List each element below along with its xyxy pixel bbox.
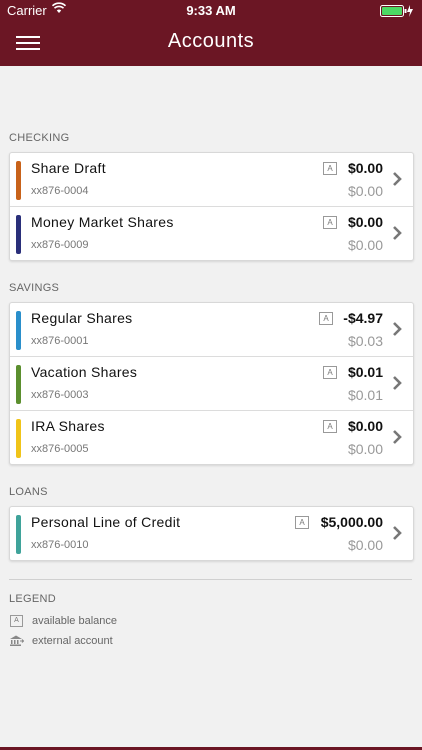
available-balance-icon: A bbox=[295, 516, 309, 529]
account-balance: -$4.97 bbox=[343, 310, 383, 326]
account-row-share-draft[interactable]: Share Draft xx876-0004 A $0.00 $0.00 bbox=[10, 153, 413, 206]
account-number: xx876-0010 bbox=[31, 539, 89, 551]
status-bar: Carrier 9:33 AM bbox=[0, 0, 422, 22]
legend-title: LEGEND bbox=[9, 593, 57, 605]
account-balance: $0.01 bbox=[347, 364, 383, 380]
chevron-right-icon bbox=[393, 172, 402, 186]
account-number: xx876-0009 bbox=[31, 239, 89, 251]
account-name: Vacation Shares bbox=[31, 364, 138, 380]
account-balance: $0.00 bbox=[347, 214, 383, 230]
account-number: xx876-0005 bbox=[31, 443, 89, 455]
account-balance: $0.00 bbox=[347, 160, 383, 176]
savings-card: Regular Shares xx876-0001 A -$4.97 $0.03… bbox=[9, 302, 414, 465]
available-balance: $0.00 bbox=[347, 441, 383, 457]
chevron-right-icon bbox=[393, 430, 402, 444]
legend-available-balance-label: available balance bbox=[32, 615, 118, 627]
divider bbox=[9, 579, 412, 580]
account-color-bar bbox=[16, 515, 21, 554]
account-name: Regular Shares bbox=[31, 310, 133, 326]
account-color-bar bbox=[16, 365, 21, 404]
account-name: IRA Shares bbox=[31, 418, 105, 434]
available-balance-icon: A bbox=[319, 312, 333, 325]
chevron-right-icon bbox=[393, 526, 402, 540]
account-number: xx876-0004 bbox=[31, 185, 89, 197]
account-row-personal-line-of-credit[interactable]: Personal Line of Credit xx876-0010 A $5,… bbox=[10, 507, 413, 560]
account-color-bar bbox=[16, 419, 21, 458]
account-row-ira-shares[interactable]: IRA Shares xx876-0005 A $0.00 $0.00 bbox=[10, 410, 413, 464]
section-label-checking: CHECKING bbox=[9, 132, 70, 144]
available-balance-icon: A bbox=[10, 615, 23, 627]
page-title: Accounts bbox=[167, 30, 255, 52]
available-balance: $0.00 bbox=[347, 183, 383, 199]
available-balance: $0.00 bbox=[347, 237, 383, 253]
account-color-bar bbox=[16, 311, 21, 350]
bank-icon bbox=[10, 635, 25, 649]
account-number: xx876-0001 bbox=[31, 335, 89, 347]
account-row-regular-shares[interactable]: Regular Shares xx876-0001 A -$4.97 $0.03 bbox=[10, 303, 413, 356]
section-label-loans: LOANS bbox=[9, 486, 48, 498]
chevron-right-icon bbox=[393, 322, 402, 336]
account-row-money-market-shares[interactable]: Money Market Shares xx876-0009 A $0.00 $… bbox=[10, 206, 413, 260]
account-name: Money Market Shares bbox=[31, 214, 174, 230]
account-row-vacation-shares[interactable]: Vacation Shares xx876-0003 A $0.01 $0.01 bbox=[10, 356, 413, 410]
available-balance: $0.00 bbox=[347, 537, 383, 553]
account-balance: $0.00 bbox=[347, 418, 383, 434]
available-balance-icon: A bbox=[323, 162, 337, 175]
battery-icon bbox=[380, 5, 414, 17]
account-name: Share Draft bbox=[31, 160, 106, 176]
account-color-bar bbox=[16, 161, 21, 200]
available-balance-icon: A bbox=[323, 420, 337, 433]
account-name: Personal Line of Credit bbox=[31, 514, 181, 530]
available-balance: $0.01 bbox=[347, 387, 383, 403]
section-label-savings: SAVINGS bbox=[9, 282, 60, 294]
account-number: xx876-0003 bbox=[31, 389, 89, 401]
nav-bar: Accounts bbox=[0, 22, 422, 66]
account-balance: $5,000.00 bbox=[320, 514, 383, 530]
account-color-bar bbox=[16, 215, 21, 254]
available-balance: $0.03 bbox=[347, 333, 383, 349]
chevron-right-icon bbox=[393, 376, 402, 390]
available-balance-icon: A bbox=[323, 366, 337, 379]
chevron-right-icon bbox=[393, 226, 402, 240]
available-balance-icon: A bbox=[323, 216, 337, 229]
loans-card: Personal Line of Credit xx876-0010 A $5,… bbox=[9, 506, 414, 561]
clock: 9:33 AM bbox=[186, 3, 236, 18]
legend-external-account-label: external account bbox=[32, 635, 113, 647]
checking-card: Share Draft xx876-0004 A $0.00 $0.00 Mon… bbox=[9, 152, 414, 261]
